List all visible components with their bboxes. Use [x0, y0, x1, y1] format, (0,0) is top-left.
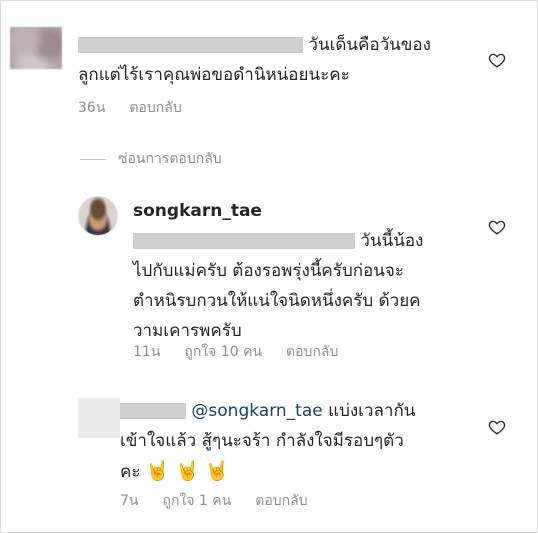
comment-time: 36น: [78, 100, 106, 116]
reply-text-line2: ไปกับแม่ครับ ต้องรอพรุ่งนี้ครับก่อนจะ: [133, 261, 404, 281]
hide-replies-toggle[interactable]: ซ่อนการตอบกลับ: [80, 148, 222, 170]
reply-meta: 7น ถูกใจ 1 คน ตอบกลับ: [120, 490, 308, 512]
reply-time: 11น: [133, 344, 161, 360]
reply-text-line2: เข้าใจแล้ว สู้ๆนะจร้า กำลังใจมีรอบๆตัว: [120, 431, 404, 451]
reply-text-line4: วามเคารพครับ: [133, 321, 242, 341]
rock-on-emoji: 🤘: [205, 460, 229, 482]
comment-text: วันเด็นคือวันของ ลูกแต่ไร้เราคุณพ่อขอดำน…: [78, 30, 488, 90]
reply-button[interactable]: ตอบกลับ: [286, 341, 338, 363]
reply-text-line1: วันนี้น้อง: [360, 231, 424, 251]
reply-time: 7น: [120, 493, 139, 509]
like-heart-icon[interactable]: [488, 218, 506, 236]
reply-text-line3: ตำหนิรบกวนให้แน่ใจนิดหนึ่งครับ ด้วยค: [133, 291, 421, 311]
reply-button[interactable]: ตอบกลับ: [255, 490, 307, 512]
like-heart-icon[interactable]: [488, 51, 506, 69]
redacted-username: [78, 37, 303, 53]
avatar[interactable]: [78, 196, 118, 236]
reply-meta: 11น ถูกใจ 10 คน ตอบกลับ: [133, 341, 338, 363]
redacted-username: [120, 403, 186, 419]
username-link[interactable]: songkarn_tae: [133, 201, 262, 221]
comment-meta: 36น ตอบกลับ: [78, 97, 182, 119]
redacted-mention: [133, 233, 355, 249]
reply-text-line1: แบ่งเวลากัน: [328, 401, 416, 421]
rock-on-emoji: 🤘: [175, 460, 200, 482]
mention-link[interactable]: @songkarn_tae: [191, 401, 322, 421]
rock-on-emoji: 🤘: [145, 460, 170, 482]
comment-text-line1: วันเด็นคือวันของ: [308, 35, 431, 55]
likes-count[interactable]: ถูกใจ 10 คน: [184, 341, 262, 363]
hide-replies-label: ซ่อนการตอบกลับ: [118, 151, 222, 167]
avatar[interactable]: [78, 398, 120, 438]
divider-line: [80, 158, 106, 160]
avatar[interactable]: [10, 27, 62, 69]
like-heart-icon[interactable]: [488, 418, 506, 436]
reply-text-line3: คะ: [120, 462, 141, 482]
comment-text-line2: ลูกแต่ไร้เราคุณพ่อขอดำนิหน่อยนะคะ: [78, 65, 350, 85]
reply-text: songkarn_tae วันนี้น้อง ไปกับแม่ครับ ต้อ…: [133, 196, 483, 346]
reply-text: @songkarn_tae แบ่งเวลากัน เข้าใจแล้ว สู้…: [120, 396, 485, 487]
likes-count[interactable]: ถูกใจ 1 คน: [162, 490, 231, 512]
reply-button[interactable]: ตอบกลับ: [129, 97, 181, 119]
